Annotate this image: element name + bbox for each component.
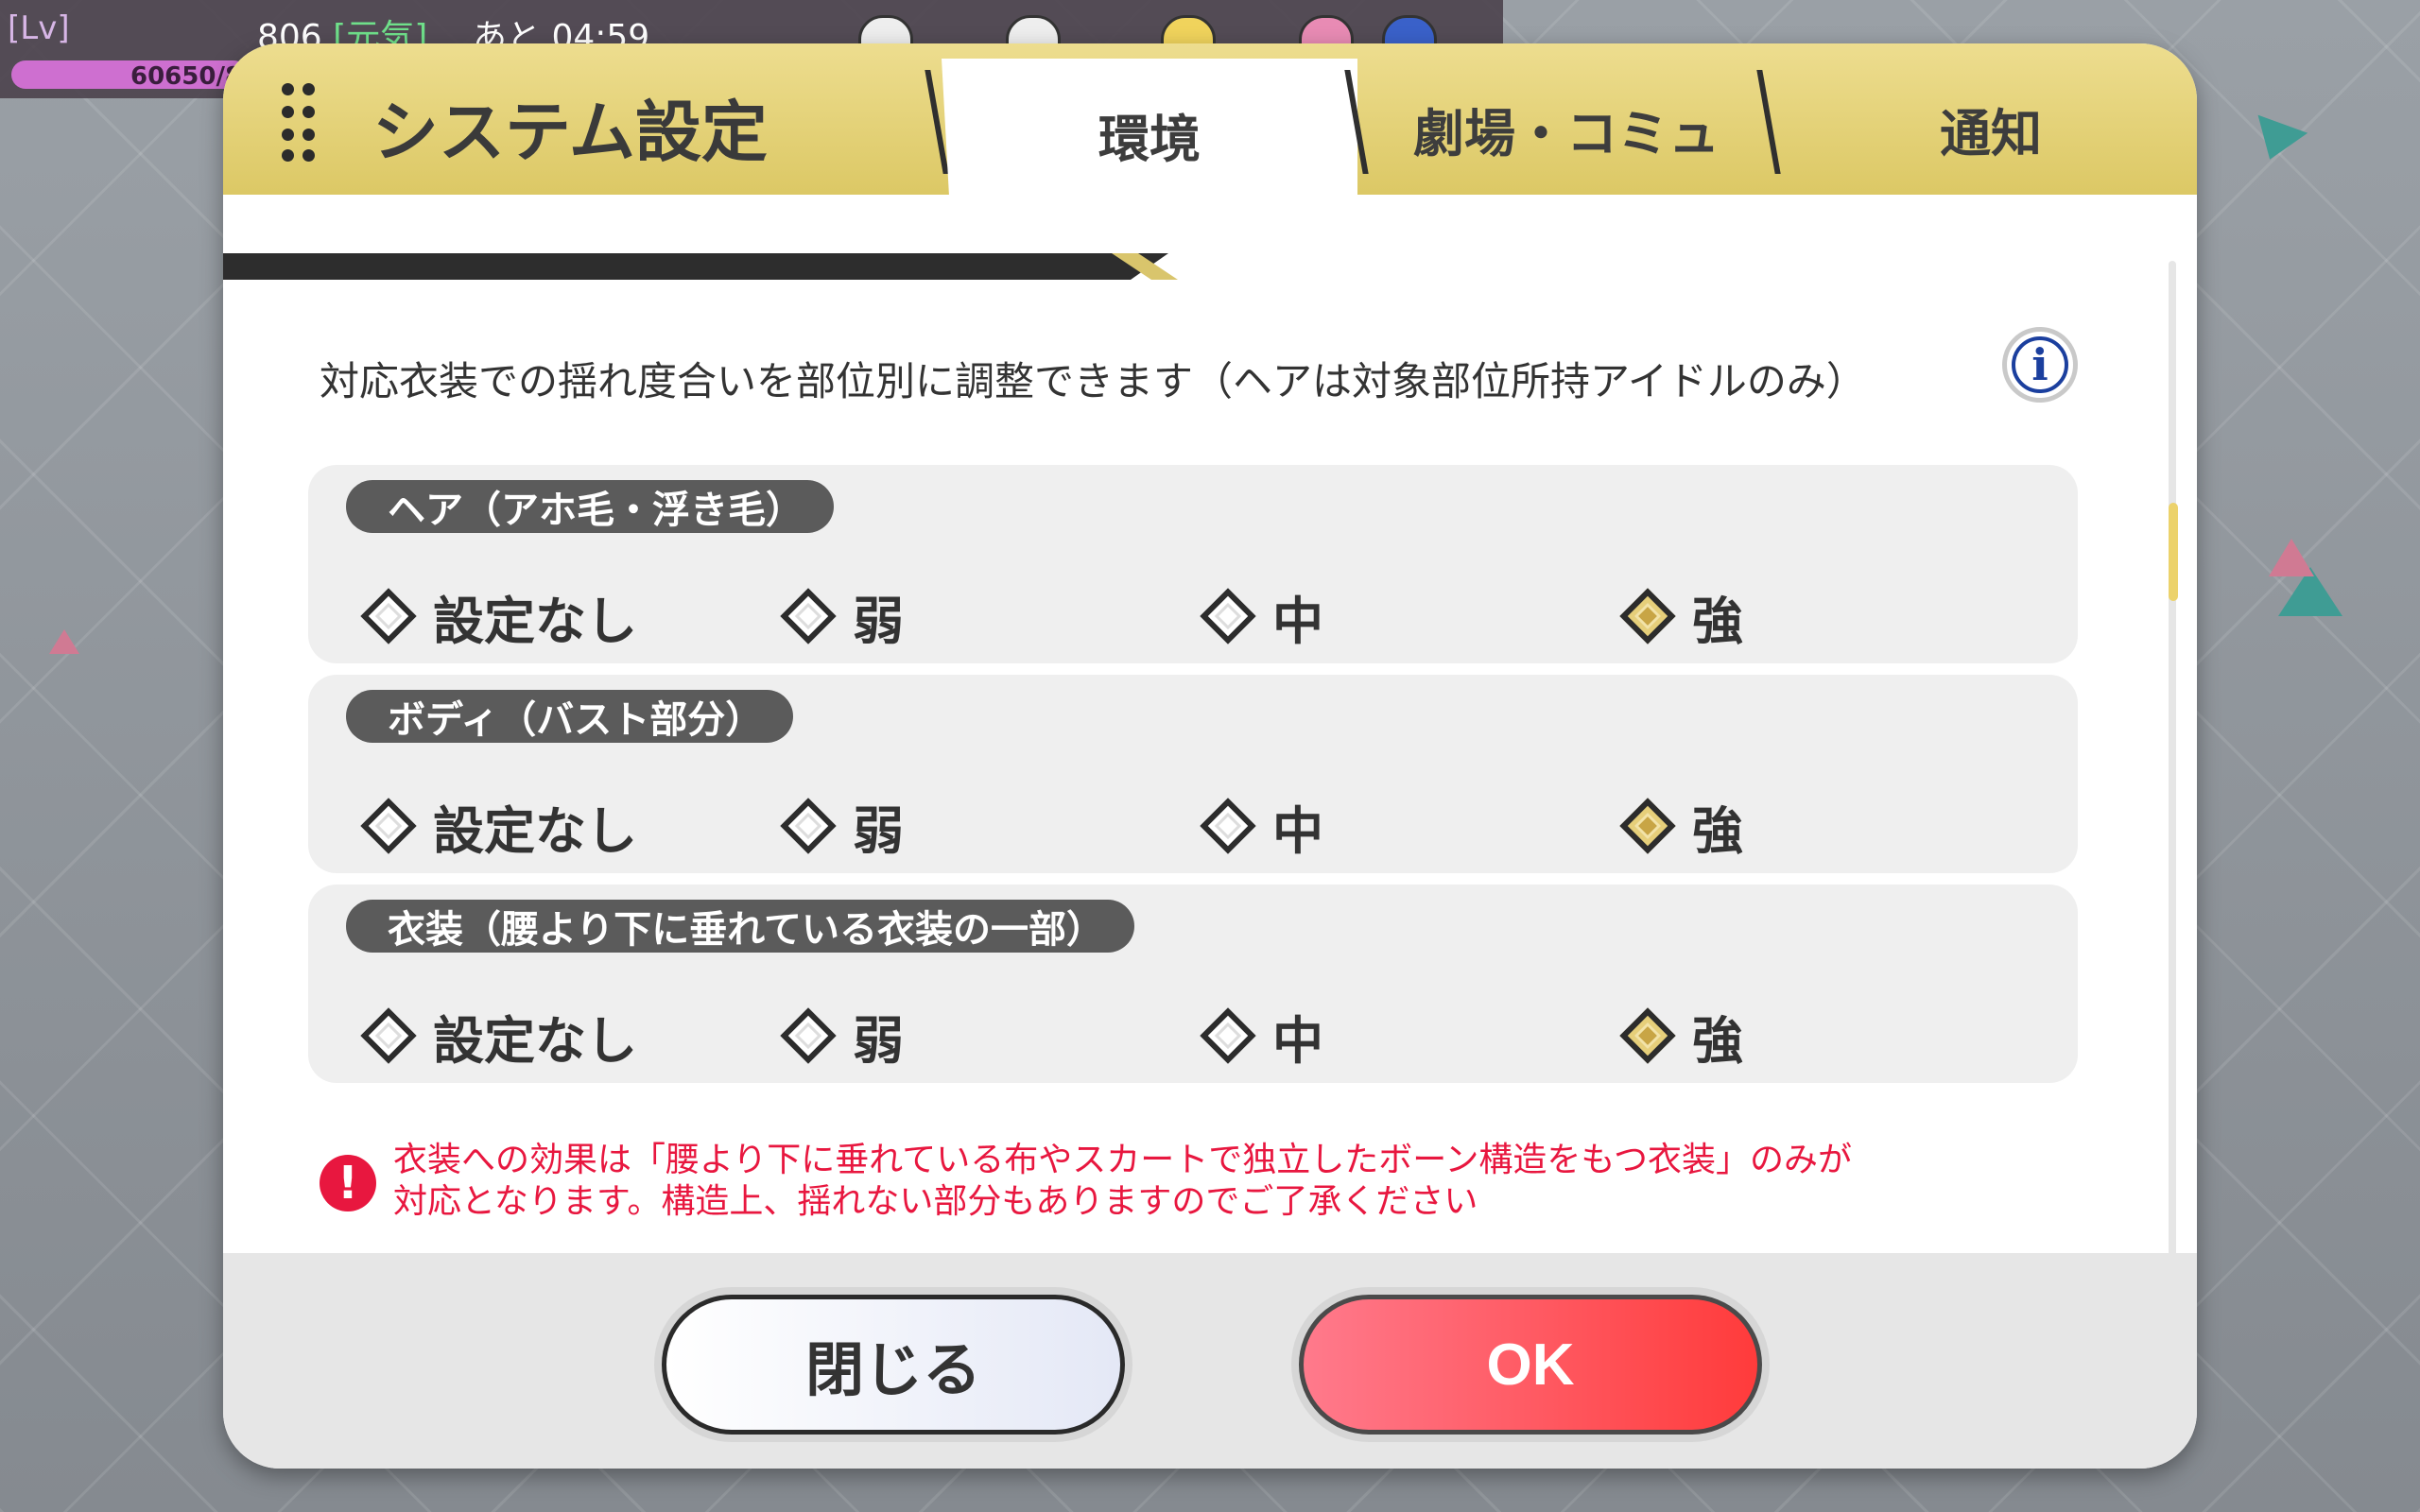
option-weak[interactable]: 弱 <box>775 998 904 1074</box>
level-label: [Lv] <box>8 9 70 47</box>
radio-diamond-icon <box>780 588 837 644</box>
group-label: ボディ（バスト部分） <box>346 690 794 743</box>
close-button[interactable]: 閉じる <box>662 1295 1125 1435</box>
info-icon: i <box>2012 336 2068 393</box>
costume-warning: 衣装への効果は「腰より下に垂れている布やスカートで独立したボーン構造をもつ衣装」… <box>393 1140 1852 1223</box>
system-settings-dialog: システム設定 環境 劇場・コミュ 通知 対応衣装での揺れ度合いを部位別に調整でき… <box>223 43 2197 1469</box>
radio-diamond-icon <box>360 798 417 854</box>
option-label: 設定なし <box>433 591 637 651</box>
option-medium[interactable]: 中 <box>1195 578 1323 654</box>
group-label: 衣装（腰より下に垂れている衣装の一部） <box>346 900 1134 953</box>
section-header-strip <box>223 253 1168 280</box>
radio-diamond-icon <box>1200 798 1256 854</box>
sway-group-body: ボディ（バスト部分） 設定なし 弱 中 強 <box>308 675 2078 873</box>
option-label: 設定なし <box>433 1010 637 1071</box>
scrollbar-track[interactable] <box>2169 261 2176 1281</box>
radio-diamond-icon <box>360 588 417 644</box>
option-weak[interactable]: 弱 <box>775 788 904 864</box>
option-strong[interactable]: 強 <box>1615 578 1743 654</box>
radio-diamond-icon <box>780 798 837 854</box>
option-label: 中 <box>1272 1010 1323 1071</box>
option-label: 強 <box>1692 1010 1743 1071</box>
radio-diamond-icon <box>360 1007 417 1064</box>
warning-icon: ! <box>320 1155 376 1211</box>
option-strong[interactable]: 強 <box>1615 998 1743 1074</box>
tab-theater-commu[interactable]: 劇場・コミュ <box>1363 62 1770 195</box>
dialog-header: システム設定 環境 劇場・コミュ 通知 <box>223 43 2197 210</box>
radio-diamond-selected-icon <box>1619 798 1676 854</box>
tab-notification[interactable]: 通知 <box>1783 62 2197 195</box>
warning-line: 対応となります。構造上、揺れない部分もありますのでご了承ください <box>393 1182 1478 1221</box>
option-label: 設定なし <box>433 800 637 861</box>
option-label: 弱 <box>853 591 904 651</box>
option-none[interactable]: 設定なし <box>355 788 637 864</box>
radio-diamond-icon <box>780 1007 837 1064</box>
ok-button[interactable]: OK <box>1299 1295 1762 1435</box>
sway-group-hair: ヘア（アホ毛・浮き毛） 設定なし 弱 中 強 <box>308 465 2078 663</box>
option-label: 弱 <box>853 1010 904 1071</box>
option-strong[interactable]: 強 <box>1615 788 1743 864</box>
group-label: ヘア（アホ毛・浮き毛） <box>346 480 834 533</box>
option-label: 中 <box>1272 591 1323 651</box>
option-medium[interactable]: 中 <box>1195 788 1323 864</box>
option-none[interactable]: 設定なし <box>355 578 637 654</box>
scrollbar-thumb[interactable] <box>2169 503 2178 601</box>
radio-diamond-icon <box>1200 1007 1256 1064</box>
option-label: 中 <box>1272 800 1323 861</box>
option-label: 弱 <box>853 800 904 861</box>
decor-triangle <box>49 629 79 654</box>
radio-diamond-icon <box>1200 588 1256 644</box>
option-label: 強 <box>1692 800 1743 861</box>
option-medium[interactable]: 中 <box>1195 998 1323 1074</box>
warning-line: 衣装への効果は「腰より下に垂れている布やスカートで独立したボーン構造をもつ衣装」… <box>393 1141 1852 1179</box>
info-button[interactable]: i <box>2002 327 2078 403</box>
radio-diamond-selected-icon <box>1619 1007 1676 1064</box>
option-none[interactable]: 設定なし <box>355 998 637 1074</box>
drag-grip-icon[interactable] <box>282 83 320 163</box>
tab-environment[interactable]: 環境 <box>942 59 1357 210</box>
sway-description: 対応衣装での揺れ度合いを部位別に調整できます（ヘアは対象部位所持アイドルのみ） <box>320 358 1866 404</box>
sway-group-costume: 衣装（腰より下に垂れている衣装の一部） 設定なし 弱 中 強 <box>308 885 2078 1083</box>
option-weak[interactable]: 弱 <box>775 578 904 654</box>
dialog-footer <box>223 1253 2197 1469</box>
option-label: 強 <box>1692 591 1743 651</box>
radio-diamond-selected-icon <box>1619 588 1676 644</box>
dialog-title: システム設定 <box>372 94 768 171</box>
decor-triangle <box>2269 539 2314 576</box>
